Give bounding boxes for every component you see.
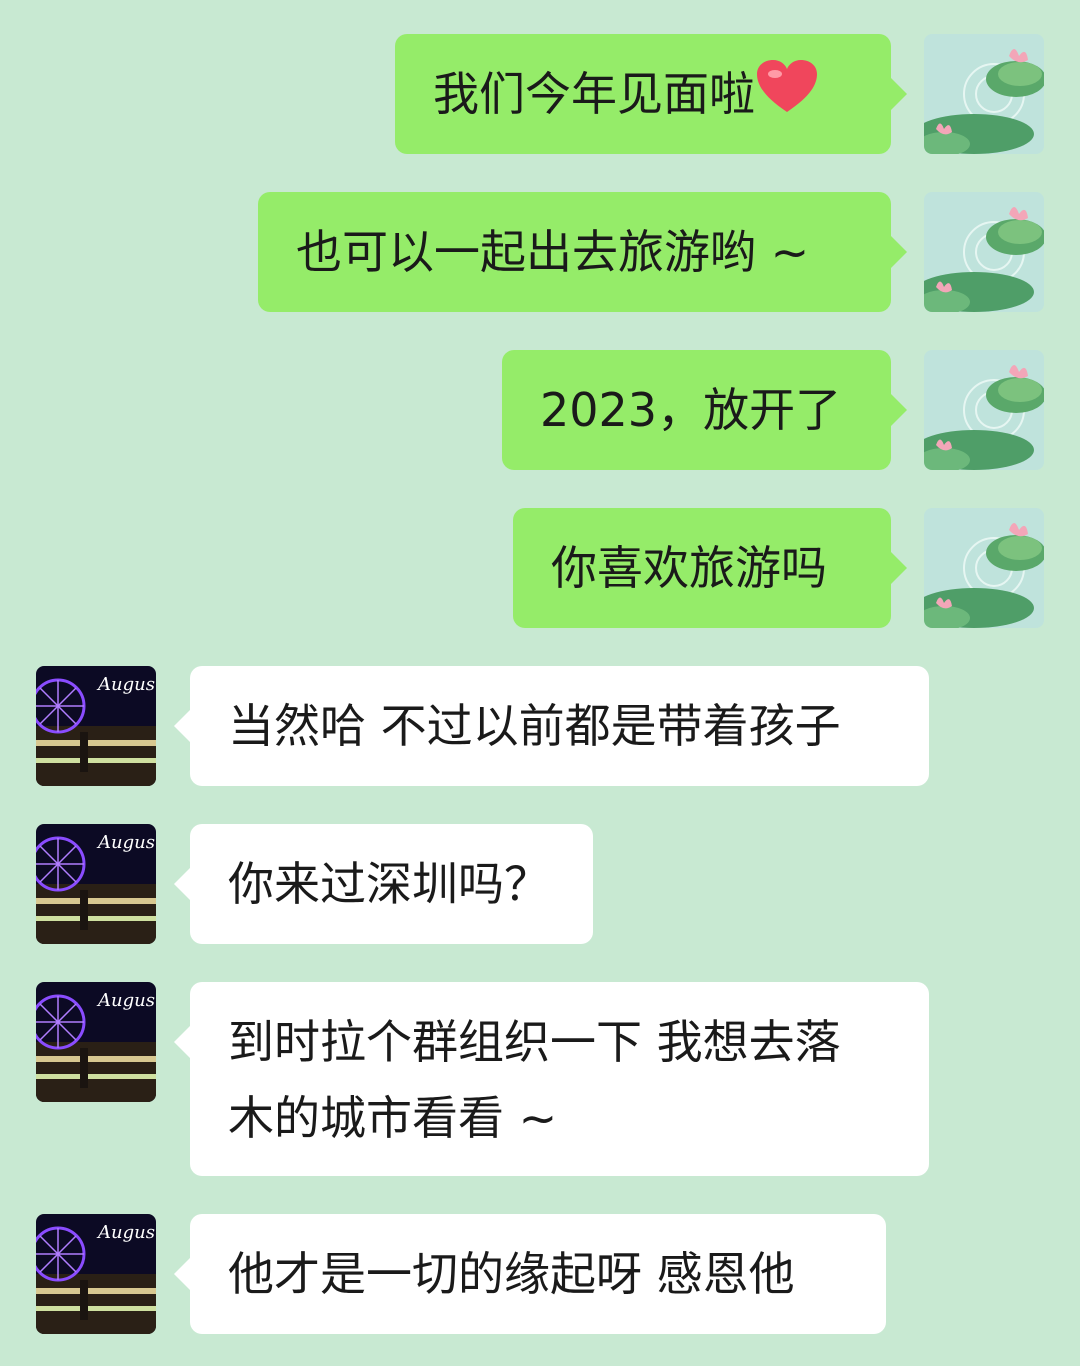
ferris-wheel-avatar-icon	[36, 666, 156, 786]
contact-avatar[interactable]	[36, 982, 156, 1102]
lotus-avatar-icon	[924, 192, 1044, 312]
self-avatar[interactable]	[924, 508, 1044, 628]
lotus-avatar-icon	[924, 508, 1044, 628]
contact-avatar[interactable]	[36, 1214, 156, 1334]
contact-avatar[interactable]	[36, 824, 156, 944]
message-bubble[interactable]: 2023，放开了	[502, 350, 907, 470]
message-bubble[interactable]: 你来过深圳吗？	[174, 824, 593, 944]
self-avatar[interactable]	[924, 192, 1044, 312]
ferris-wheel-avatar-icon	[36, 824, 156, 944]
message-text: 你来过深圳吗？	[228, 857, 550, 911]
message-bubble[interactable]: 我们今年见面啦	[395, 34, 907, 154]
contact-avatar[interactable]	[36, 666, 156, 786]
lotus-avatar-icon	[924, 350, 1044, 470]
message-text: 当然哈 不过以前都是带着孩子	[228, 699, 841, 753]
lotus-avatar-icon	[924, 34, 1044, 154]
heart-emoji-icon	[755, 58, 819, 138]
message-text: 他才是一切的缘起呀 感恩他	[228, 1247, 795, 1301]
message-bubble[interactable]: 他才是一切的缘起呀 感恩他	[174, 1214, 886, 1334]
message-bubble[interactable]: 也可以一起出去旅游哟 ~	[258, 192, 907, 312]
message-bubble[interactable]: 当然哈 不过以前都是带着孩子	[174, 666, 929, 786]
message-text-line: 木的城市看看 ~	[228, 1091, 558, 1145]
ferris-wheel-avatar-icon	[36, 1214, 156, 1334]
message-text: 2023，放开了	[540, 383, 842, 437]
message-text-line: 到时拉个群组织一下 我想去落	[228, 1015, 841, 1069]
self-avatar[interactable]	[924, 350, 1044, 470]
message-bubble[interactable]: 到时拉个群组织一下 我想去落 木的城市看看 ~	[174, 982, 929, 1176]
message-bubble[interactable]: 你喜欢旅游吗	[513, 508, 907, 628]
ferris-wheel-avatar-icon	[36, 982, 156, 1102]
message-text: 我们今年见面啦	[433, 67, 755, 121]
self-avatar[interactable]	[924, 34, 1044, 154]
message-text: 你喜欢旅游吗	[551, 541, 827, 595]
message-text: 也可以一起出去旅游哟 ~	[296, 225, 810, 279]
